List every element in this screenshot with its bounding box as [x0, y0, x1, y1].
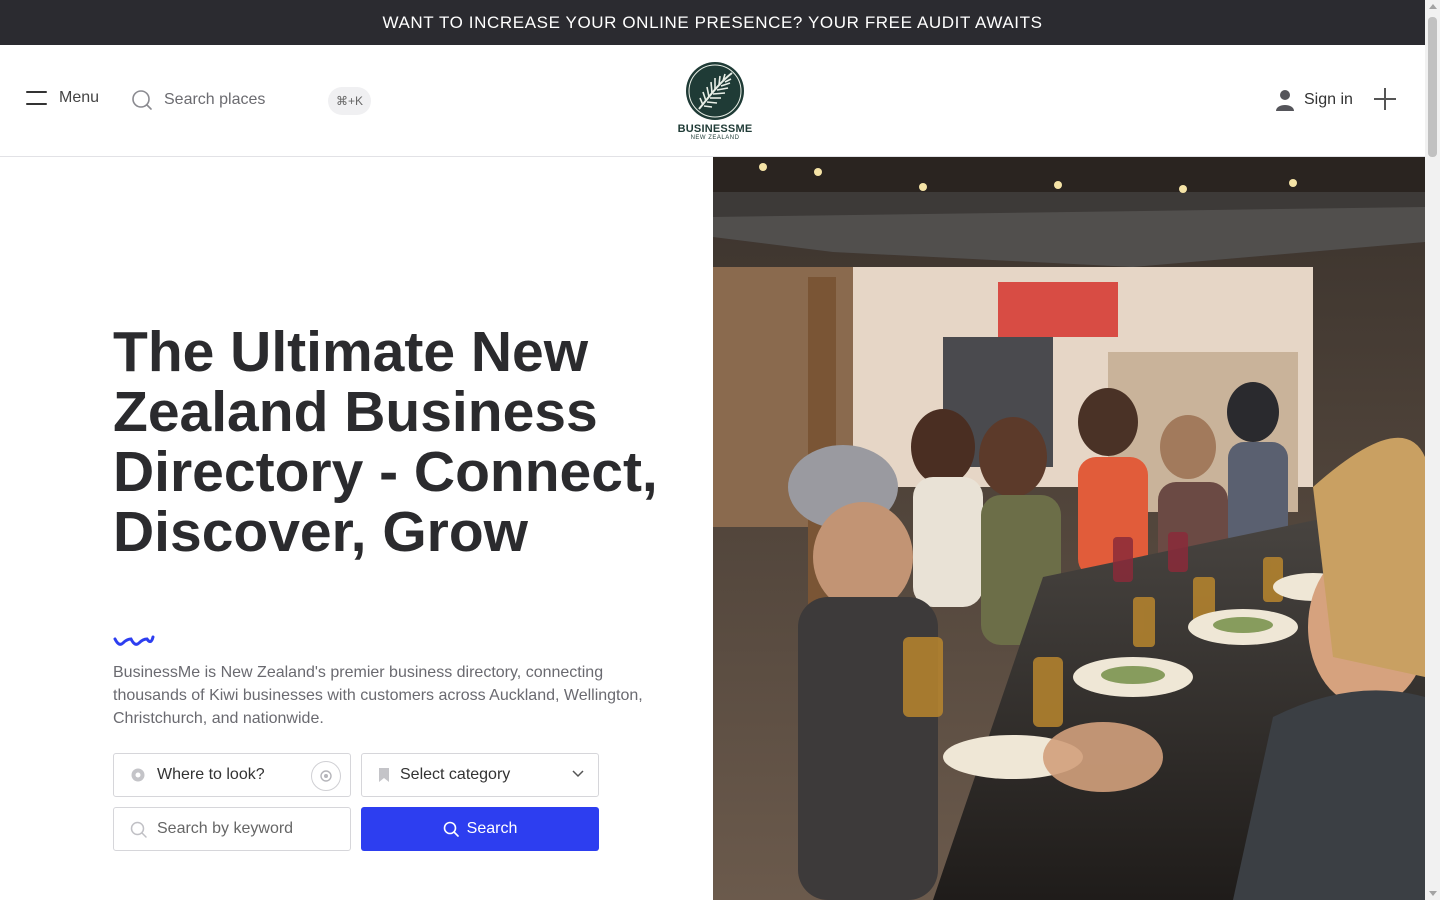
plus-icon[interactable] [1373, 87, 1397, 111]
bookmark-icon [379, 768, 389, 782]
hero-photo-illustration [713, 157, 1425, 900]
category-select[interactable]: Select category [361, 753, 599, 797]
logo-subtitle: NEW ZEALAND [690, 135, 740, 141]
header-search-placeholder: Search places [164, 91, 266, 108]
keyword-placeholder: Search by keyword [157, 820, 294, 837]
hero-photo [713, 157, 1425, 900]
fern-logo-icon [686, 62, 744, 120]
page-scrollbar[interactable] [1425, 0, 1440, 900]
logo-title: BUSINESSME [677, 123, 753, 135]
user-icon [1276, 90, 1294, 111]
search-button[interactable]: Search [361, 807, 599, 851]
locate-me-button[interactable] [311, 761, 341, 791]
search-button-label: Search [466, 820, 518, 837]
promo-banner-text[interactable]: WANT TO INCREASE YOUR ONLINE PRESENCE? Y… [382, 13, 1042, 33]
squiggle-decoration [113, 635, 155, 646]
keyword-input[interactable]: Search by keyword [113, 807, 351, 851]
scroll-up-arrow[interactable] [1429, 4, 1437, 9]
category-selected: Select category [400, 766, 511, 783]
hamburger-icon [26, 91, 47, 105]
hero-headline: The Ultimate New Zealand Business Direct… [113, 320, 658, 564]
scroll-down-arrow[interactable] [1429, 891, 1437, 896]
scroll-thumb[interactable] [1428, 17, 1437, 157]
sign-in-label: Sign in [1304, 91, 1353, 108]
promo-banner[interactable]: WANT TO INCREASE YOUR ONLINE PRESENCE? Y… [0, 0, 1425, 45]
where-placeholder: Where to look? [157, 766, 265, 783]
menu-button[interactable]: Menu [26, 89, 99, 107]
search-icon [130, 821, 147, 838]
shortcut-badge: ⌘+K [328, 87, 372, 115]
site-logo[interactable]: BUSINESSME NEW ZEALAND [672, 61, 758, 141]
hero-description: BusinessMe is New Zealand's premier busi… [113, 664, 643, 727]
where-input[interactable]: Where to look? [113, 753, 351, 797]
header-search[interactable]: Search places [131, 89, 265, 111]
locate-icon [320, 770, 332, 782]
search-icon [132, 90, 152, 110]
chevron-down-icon [572, 770, 584, 778]
site-header: Menu Search places ⌘+K BUSINESSME NEW ZE… [0, 45, 1425, 157]
sign-in-button[interactable]: Sign in [1276, 89, 1353, 111]
search-icon [443, 821, 459, 837]
menu-label: Menu [59, 89, 100, 106]
hero-section: The Ultimate New Zealand Business Direct… [0, 157, 713, 900]
location-pin-icon [131, 768, 145, 782]
